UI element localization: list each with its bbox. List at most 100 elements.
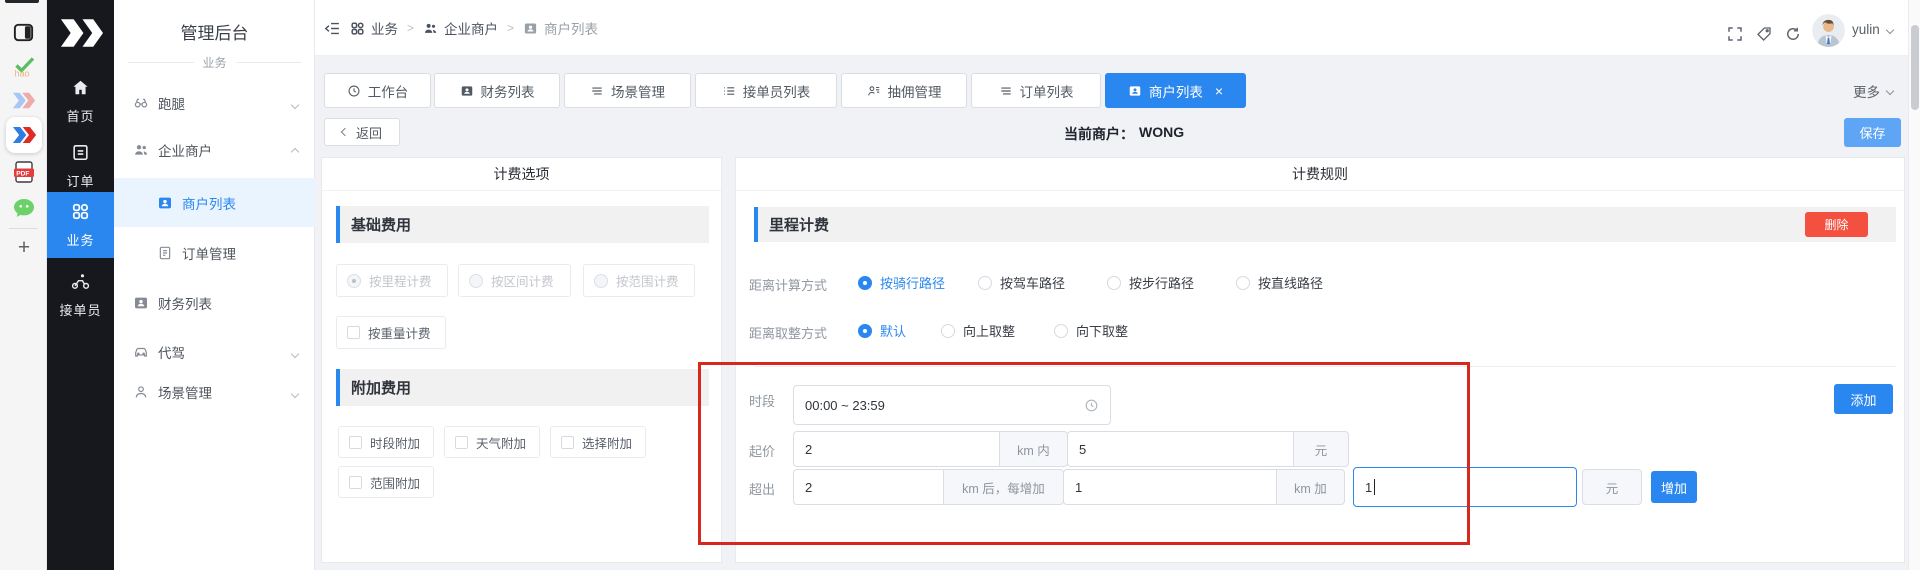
nav-item-label: 订单管理 — [182, 243, 236, 263]
dashboard-icon — [347, 84, 361, 98]
rounding-label: 距离取整方式 — [749, 323, 827, 342]
scrollbar-thumb[interactable] — [1911, 25, 1919, 110]
sidebar-item-couriers[interactable]: 接单员 — [47, 272, 114, 319]
billing-rules-panel: 计费规则 里程计费 删除 距离计算方式 按骑行路径 按驾车路径 按步行路径 按直… — [735, 157, 1905, 563]
checkbox-range-extra[interactable]: 范围附加 — [338, 466, 434, 498]
document-icon — [157, 245, 173, 261]
add-extension-icon[interactable]: + — [12, 237, 36, 261]
extra-fee-title: 附加费用 — [351, 377, 411, 398]
add-rule-button[interactable]: 添加 — [1834, 384, 1893, 414]
tab-workbench[interactable]: 工作台 — [324, 73, 431, 108]
nav-item-scene-management[interactable]: 场景管理 — [114, 372, 315, 412]
nav-item-finance-list[interactable]: 财务列表 — [114, 283, 315, 323]
option-label: 选择附加 — [582, 433, 632, 452]
checkbox-select-extra[interactable]: 选择附加 — [550, 426, 646, 458]
user-avatar[interactable] — [1812, 14, 1845, 47]
checkbox-time-extra[interactable]: 时段附加 — [338, 426, 434, 458]
sidebar-item-home[interactable]: 首页 — [47, 78, 114, 125]
delete-rule-button[interactable]: 删除 — [1805, 212, 1868, 237]
nav-item-enterprise-merchant[interactable]: 企业商户 — [114, 130, 315, 170]
app-logo-icon-inactive[interactable] — [11, 88, 36, 113]
tag-icon[interactable] — [1755, 25, 1773, 43]
start-price-input[interactable]: 5 — [1067, 431, 1294, 467]
radio-driving-path[interactable]: 按驾车路径 — [978, 273, 1065, 292]
save-button[interactable]: 保存 — [1844, 118, 1901, 147]
distance-calc-label: 距离计算方式 — [749, 275, 827, 294]
radio-straight-path[interactable]: 按直线路径 — [1236, 273, 1323, 292]
chevron-up-icon — [292, 143, 298, 158]
increase-button[interactable]: 增加 — [1651, 471, 1697, 503]
breadcrumb-item-merchant-list: 商户列表 — [523, 18, 598, 38]
breadcrumb-item-enterprise-merchant[interactable]: 企业商户 — [423, 18, 498, 38]
exceed-price-input-focused[interactable]: 1 — [1353, 467, 1577, 507]
refresh-icon[interactable] — [1784, 25, 1802, 43]
back-button[interactable]: 返回 — [324, 118, 400, 146]
tab-scene-management[interactable]: 场景管理 — [564, 73, 691, 108]
exceed-price-suffix: 元 — [1582, 469, 1642, 505]
close-icon[interactable]: × — [1215, 84, 1223, 98]
list-dots-icon — [722, 84, 736, 98]
pdf-icon[interactable]: PDF — [11, 159, 36, 184]
base-fee-title: 基础费用 — [351, 214, 411, 235]
start-km-input[interactable]: 2 — [793, 431, 1000, 467]
chevron-down-icon — [292, 385, 298, 400]
tab-finance-list[interactable]: 财务列表 — [434, 73, 560, 108]
option-label: 按骑行路径 — [880, 273, 945, 292]
radio-default-rounding[interactable]: 默认 — [858, 321, 906, 340]
checkbox-weather-extra[interactable]: 天气附加 — [444, 426, 540, 458]
radio-by-interval[interactable]: 按区间计费 — [458, 264, 571, 297]
start-price-value: 5 — [1079, 442, 1086, 457]
radio-round-down[interactable]: 向下取整 — [1054, 321, 1128, 340]
current-merchant-label: 当前商户： — [1064, 124, 1134, 144]
exceed-km-suffix: km 后，每增加 — [943, 469, 1064, 505]
collapse-sidebar-icon[interactable] — [324, 20, 341, 37]
radio-by-range[interactable]: 按范围计费 — [583, 264, 695, 297]
hao-bookmark-icon[interactable]: hao — [11, 54, 36, 79]
exceed-step-input[interactable]: 1 — [1063, 469, 1277, 505]
nav-item-merchant-list[interactable]: 商户列表 — [114, 178, 315, 227]
user-menu[interactable]: yulin — [1852, 22, 1893, 37]
sidebar-item-orders[interactable]: 订单 — [47, 143, 114, 190]
tab-merchant-list-active[interactable]: 商户列表 × — [1105, 73, 1246, 108]
addon-label: 元 — [1606, 478, 1619, 497]
nav-item-order-management[interactable]: 订单管理 — [114, 233, 315, 273]
chevron-left-icon — [341, 128, 349, 136]
rider-icon — [71, 272, 90, 291]
breadcrumb-separator: > — [407, 21, 414, 35]
option-label: 按范围计费 — [616, 271, 679, 290]
tab-commission-management[interactable]: 抽佣管理 — [841, 73, 967, 108]
wechat-icon[interactable] — [11, 195, 36, 220]
exceed-km-input[interactable]: 2 — [793, 469, 944, 505]
more-tabs-dropdown[interactable]: 更多 — [1853, 81, 1893, 101]
option-label: 按驾车路径 — [1000, 273, 1065, 292]
radio-round-up[interactable]: 向上取整 — [941, 321, 1015, 340]
radio-icon — [469, 274, 483, 288]
radio-riding-path[interactable]: 按骑行路径 — [858, 273, 945, 292]
fullscreen-icon[interactable] — [1726, 25, 1744, 43]
option-label: 向上取整 — [963, 321, 1015, 340]
nav-item-paotui[interactable]: 跑腿 — [114, 83, 315, 123]
sidebar-item-business-active[interactable]: 业务 — [47, 192, 114, 258]
tab-courier-list[interactable]: 接单员列表 — [695, 73, 837, 108]
window-panel-icon[interactable] — [11, 20, 36, 45]
nav-item-label: 跑腿 — [158, 93, 185, 113]
nav-item-driving[interactable]: 代驾 — [114, 332, 315, 372]
option-label: 按重量计费 — [368, 323, 431, 342]
tab-label: 订单列表 — [1020, 81, 1074, 101]
radio-by-mileage[interactable]: 按里程计费 — [336, 264, 448, 297]
sidebar-item-label: 业务 — [47, 230, 114, 249]
breadcrumb-item-business[interactable]: 业务 — [350, 18, 398, 38]
svg-text:PDF: PDF — [16, 170, 29, 177]
current-merchant-name: WONG — [1139, 124, 1184, 140]
period-time-input[interactable]: 00:00 ~ 23:59 — [793, 385, 1111, 425]
tab-label: 接单员列表 — [743, 81, 811, 101]
tab-order-list[interactable]: 订单列表 — [971, 73, 1101, 108]
finance-card-icon — [133, 295, 149, 311]
checkbox-by-weight[interactable]: 按重量计费 — [336, 316, 446, 349]
app-logo-icon-active[interactable] — [6, 117, 42, 153]
console-title: 管理后台 — [114, 19, 315, 44]
radio-selected-icon — [858, 324, 872, 338]
radio-walking-path[interactable]: 按步行路径 — [1107, 273, 1194, 292]
vertical-scrollbar[interactable] — [1908, 0, 1920, 570]
radio-checked-icon — [347, 274, 361, 288]
